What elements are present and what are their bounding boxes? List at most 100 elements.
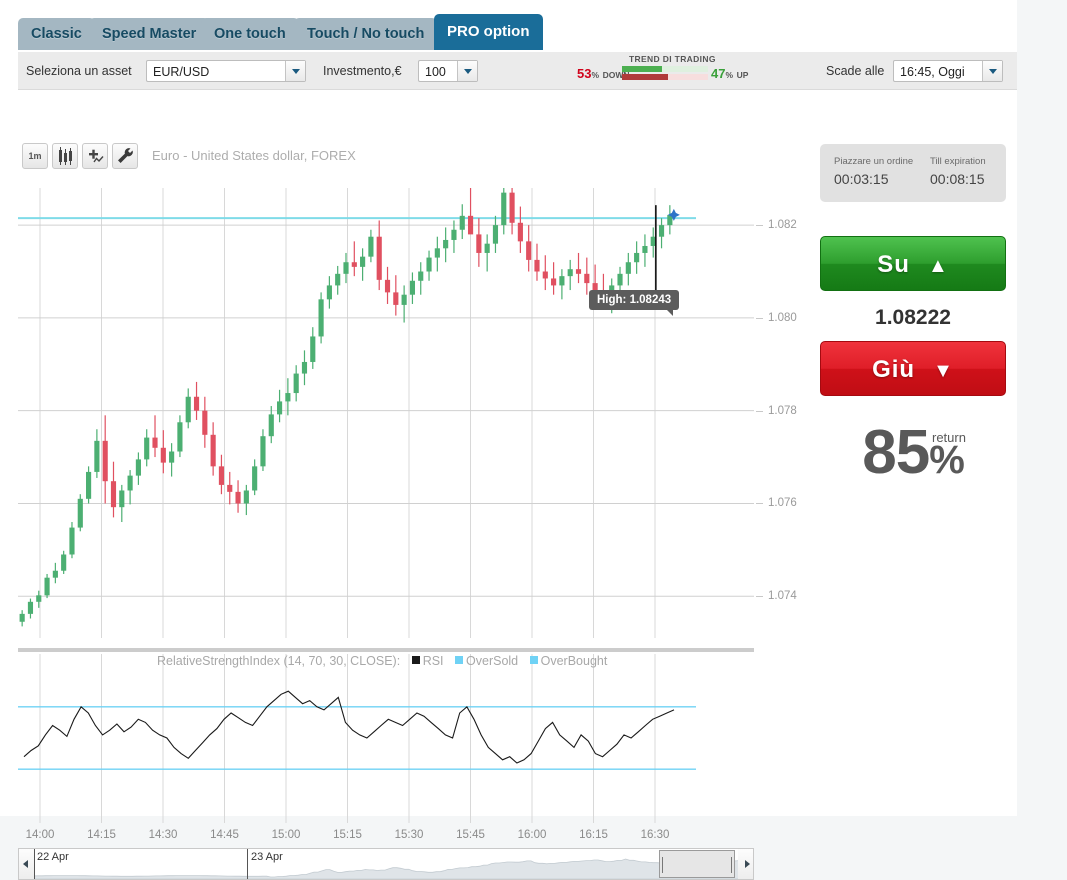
candles-icon <box>59 147 72 165</box>
timers-box: Piazzare un ordine 00:03:15 Till expirat… <box>820 144 1006 202</box>
add-indicator-button[interactable] <box>82 143 108 169</box>
return-rate-box: 85% return <box>820 418 1006 498</box>
chevron-down-icon[interactable] <box>457 61 477 81</box>
tab-classic[interactable]: Classic <box>18 18 95 50</box>
till-expiration-timer: 00:08:15 <box>930 171 985 187</box>
chevron-down-icon[interactable] <box>982 61 1002 81</box>
up-arrow-icon: ▲ <box>927 255 949 277</box>
x-axis-label: 15:00 <box>271 829 301 841</box>
plus-line-icon <box>89 149 104 163</box>
y-axis-tick <box>756 317 763 319</box>
chart-instrument-title: Euro - United States dollar, FOREX <box>152 148 356 163</box>
navigator-grip-left[interactable] <box>662 857 663 873</box>
investment-label: Investmento,€ <box>323 64 402 78</box>
x-axis-label: 14:30 <box>148 829 178 841</box>
navigator-date-right: 23 Apr <box>251 851 283 863</box>
timeframe-label: 1m <box>28 151 42 161</box>
rsi-swatch-icon <box>411 656 420 664</box>
sell-down-label: Giù <box>872 356 916 383</box>
chart-navigator[interactable]: 22 Apr 23 Apr <box>18 848 754 880</box>
navigator-scroll-left-button[interactable] <box>19 849 34 879</box>
till-expiration-label: Till expiration <box>930 156 986 167</box>
tab-speed-master[interactable]: Speed Master <box>89 18 210 50</box>
investment-select[interactable]: 100 <box>418 60 478 82</box>
navigator-date-left: 22 Apr <box>37 851 69 863</box>
x-axis-label: 16:00 <box>517 829 547 841</box>
buy-up-button[interactable]: Su ▲ <box>820 236 1006 291</box>
chart-area: 1m Euro - United States dollar, FOREX 1.… <box>18 118 797 880</box>
asset-select[interactable]: EUR/USD <box>146 60 306 82</box>
tab-touch-no-touch[interactable]: Touch / No touch <box>294 18 438 50</box>
trend-bar-down-fill <box>622 74 668 80</box>
rsi-series-overbought: OverBought <box>540 654 608 668</box>
settings-button[interactable] <box>112 143 138 169</box>
y-axis-tick <box>756 503 763 505</box>
overbought-swatch-icon <box>529 656 538 664</box>
x-axis-label: 14:45 <box>210 829 239 841</box>
tab-one-touch[interactable]: One touch <box>201 18 299 50</box>
trend-bars <box>622 66 708 82</box>
x-axis-label: 16:15 <box>579 829 608 841</box>
tab-pro-option[interactable]: PRO option <box>434 14 543 50</box>
rsi-legend-title: RelativeStrengthIndex (14, 70, 30, CLOSE… <box>157 654 401 668</box>
asset-select-value: EUR/USD <box>153 65 210 79</box>
trend-bar-up <box>622 66 708 72</box>
expiry-select[interactable]: 16:45, Oggi <box>893 60 1003 82</box>
rsi-svg <box>18 648 754 823</box>
x-axis-label: 15:30 <box>394 829 424 841</box>
x-axis-label: 14:00 <box>25 829 55 841</box>
x-axis-label: 15:15 <box>333 829 362 841</box>
navigator-divider-right <box>247 849 248 879</box>
sell-down-button[interactable]: Giù ▼ <box>820 341 1006 396</box>
trend-bar-down <box>622 74 708 80</box>
rsi-series-rsi: RSI <box>422 654 444 668</box>
down-arrow-icon: ▼ <box>933 360 954 382</box>
y-axis-tick <box>756 596 763 598</box>
y-axis-label: 1.076 <box>768 497 797 510</box>
trade-panel: Piazzare un ordine 00:03:15 Till expirat… <box>820 118 1006 518</box>
navigator-scroll-right-button[interactable] <box>738 849 753 879</box>
y-axis-label: 1.078 <box>768 404 797 417</box>
expiry-label: Scade alle <box>826 64 885 78</box>
chart-toolbar: 1m <box>22 143 142 173</box>
trading-app: Classic Speed Master One touch Touch / N… <box>0 0 1017 880</box>
rsi-panel[interactable] <box>18 648 754 823</box>
wrench-icon <box>118 148 133 163</box>
navigator-track[interactable]: 22 Apr 23 Apr <box>34 849 738 879</box>
price-plot[interactable] <box>18 188 754 638</box>
y-axis-tick <box>756 410 763 412</box>
rsi-series-oversold: OverSold <box>466 654 519 668</box>
x-axis-label: 16:30 <box>640 829 670 841</box>
investment-select-value: 100 <box>425 65 446 79</box>
trend-title: TREND DI TRADING <box>629 54 716 64</box>
y-axis-label: 1.074 <box>768 590 797 603</box>
chart-type-button[interactable] <box>52 143 78 169</box>
options-bar: Seleziona un asset EUR/USD Investmento,€… <box>18 52 1017 90</box>
y-axis-label: 1.080 <box>768 311 797 324</box>
navigator-grip-right[interactable] <box>731 857 732 873</box>
timeframe-button[interactable]: 1m <box>22 143 48 169</box>
place-order-label: Piazzare un ordine <box>834 156 914 167</box>
high-price-tooltip: High: 1.08243 <box>589 290 680 316</box>
trend-bar-up-fill <box>622 66 663 72</box>
place-order-timer: 00:03:15 <box>834 171 889 187</box>
asset-label: Seleziona un asset <box>26 64 132 78</box>
x-axis-label: 15:45 <box>456 829 485 841</box>
price-candlestick-svg <box>18 188 754 638</box>
return-value: 85% <box>862 418 965 487</box>
y-axis-label: 1.082 <box>768 219 797 232</box>
buy-up-label: Su <box>877 251 910 278</box>
navigator-overview-svg <box>34 858 738 879</box>
return-label: return <box>932 430 966 445</box>
oversold-swatch-icon <box>455 656 464 664</box>
trend-up-value: 47% UP <box>711 66 749 81</box>
expiry-select-value: 16:45, Oggi <box>900 65 965 79</box>
navigator-divider-left <box>34 849 35 879</box>
navigator-range-handle[interactable] <box>659 850 735 878</box>
x-axis-label: 14:15 <box>87 829 116 841</box>
trading-trend-widget: TREND DI TRADING 53% DOWN 47% UP <box>571 52 821 90</box>
y-axis-tick <box>756 225 763 227</box>
platform-tab-bar: Classic Speed Master One touch Touch / N… <box>0 0 1017 50</box>
time-x-axis: 14:00 14:15 14:30 14:45 15:00 15:15 15:30 15:45… <box>18 824 754 846</box>
chevron-down-icon[interactable] <box>285 61 305 81</box>
